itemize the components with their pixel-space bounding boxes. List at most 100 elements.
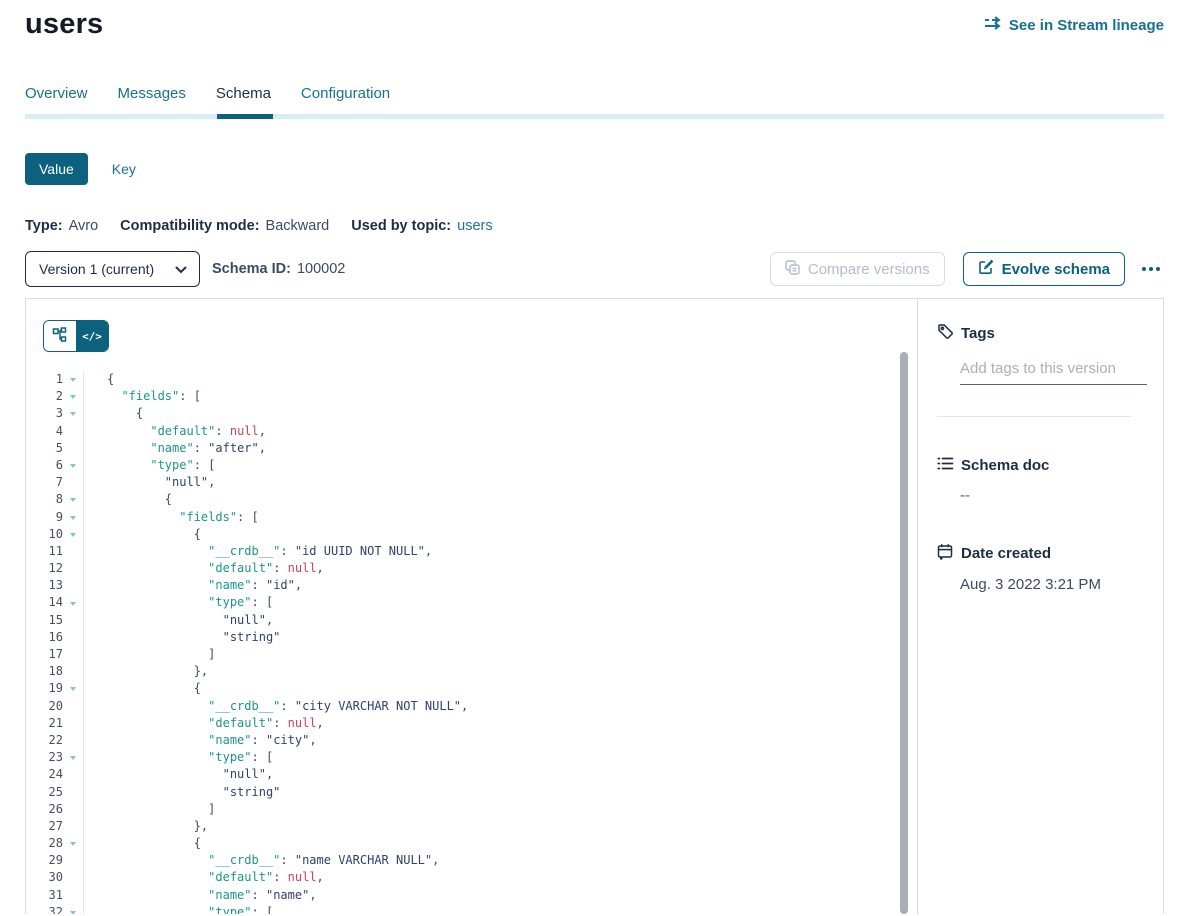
code-lines[interactable]: 1{2 "fields": [3 {4 "default": null,5 "n… [26, 371, 917, 914]
code-text: { [83, 491, 172, 508]
tab-messages[interactable]: Messages [118, 85, 186, 114]
page-title: users [25, 8, 103, 41]
code-line: 12 "default": null, [26, 560, 917, 577]
code-text: "type": [ [83, 749, 273, 766]
code-text: "name": "id", [83, 577, 302, 594]
date-created-value: Aug. 3 2022 3:21 PM [960, 576, 1147, 593]
line-number: 11 [26, 543, 63, 560]
arrow-spacer [63, 440, 83, 457]
code-view-button[interactable]: </> [76, 321, 108, 351]
collapse-arrow-icon[interactable] [63, 371, 83, 388]
schema-meta-row: Type: Avro Compatibility mode: Backward … [25, 218, 1164, 234]
topic-link[interactable]: users [457, 218, 492, 234]
used-by-topic-label: Used by topic: [351, 218, 451, 234]
tree-view-button[interactable] [44, 321, 76, 351]
arrow-spacer [63, 543, 83, 560]
line-number: 32 [26, 904, 63, 914]
collapse-arrow-icon[interactable] [63, 594, 83, 611]
line-number: 9 [26, 509, 63, 526]
schema-id-value: 100002 [297, 261, 345, 277]
arrow-spacer [63, 560, 83, 577]
arrow-spacer [63, 887, 83, 904]
collapse-arrow-icon[interactable] [63, 405, 83, 422]
code-text: "fields": [ [83, 388, 201, 405]
key-toggle-button[interactable]: Key [112, 161, 136, 177]
line-number: 13 [26, 577, 63, 594]
value-toggle-button[interactable]: Value [25, 153, 88, 185]
code-text: "__crdb__": "name VARCHAR NULL", [83, 852, 439, 869]
code-text: "type": [ [83, 594, 273, 611]
collapse-arrow-icon[interactable] [63, 457, 83, 474]
line-number: 3 [26, 405, 63, 422]
tab-bar: Overview Messages Schema Configuration [25, 85, 1164, 114]
code-line: 31 "name": "name", [26, 887, 917, 904]
code-line: 5 "name": "after", [26, 440, 917, 457]
arrow-spacer [63, 698, 83, 715]
line-number: 22 [26, 732, 63, 749]
code-line: 19 { [26, 680, 917, 697]
collapse-arrow-icon[interactable] [63, 835, 83, 852]
code-line: 16 "string" [26, 629, 917, 646]
code-line: 23 "type": [ [26, 749, 917, 766]
tab-schema[interactable]: Schema [216, 85, 271, 114]
code-line: 3 { [26, 405, 917, 422]
line-number: 27 [26, 818, 63, 835]
code-line: 2 "fields": [ [26, 388, 917, 405]
code-text: ] [83, 646, 215, 663]
compatibility-value: Backward [266, 218, 330, 234]
code-text: { [83, 526, 201, 543]
code-line: 21 "default": null, [26, 715, 917, 732]
code-text: "__crdb__": "city VARCHAR NOT NULL", [83, 698, 468, 715]
arrow-spacer [63, 784, 83, 801]
line-number: 28 [26, 835, 63, 852]
arrow-spacer [63, 869, 83, 886]
see-in-stream-lineage-link[interactable]: See in Stream lineage [984, 16, 1164, 34]
calendar-plus-icon [937, 543, 954, 564]
add-tags-input[interactable] [960, 358, 1147, 385]
line-number: 12 [26, 560, 63, 577]
arrow-spacer [63, 612, 83, 629]
line-number: 20 [26, 698, 63, 715]
version-select[interactable]: Version 1 (current) [25, 251, 200, 287]
line-number: 15 [26, 612, 63, 629]
collapse-arrow-icon[interactable] [63, 680, 83, 697]
tab-overview[interactable]: Overview [25, 85, 88, 114]
code-text: "default": null, [83, 560, 324, 577]
compare-versions-button[interactable]: Compare versions [770, 252, 945, 286]
page-header: users See in Stream lineage [25, 0, 1164, 41]
evolve-schema-button[interactable]: Evolve schema [963, 252, 1125, 286]
collapse-arrow-icon[interactable] [63, 491, 83, 508]
collapse-arrow-icon[interactable] [63, 509, 83, 526]
code-text: "string" [83, 629, 280, 646]
line-number: 8 [26, 491, 63, 508]
more-options-button[interactable] [1138, 261, 1164, 277]
collapse-arrow-icon[interactable] [63, 388, 83, 405]
schema-doc-section: Schema doc -- [937, 456, 1147, 504]
code-line: 7 "null", [26, 474, 917, 491]
code-view-toggle: </> [43, 320, 109, 352]
line-number: 17 [26, 646, 63, 663]
arrow-spacer [63, 732, 83, 749]
code-line: 25 "string" [26, 784, 917, 801]
collapse-arrow-icon[interactable] [63, 904, 83, 914]
arrow-spacer [63, 801, 83, 818]
code-text: { [83, 371, 114, 388]
code-line: 18 }, [26, 663, 917, 680]
code-line: 9 "fields": [ [26, 509, 917, 526]
collapse-arrow-icon[interactable] [63, 526, 83, 543]
code-text: "type": [ [83, 457, 215, 474]
tree-view-icon [52, 327, 68, 346]
line-number: 25 [26, 784, 63, 801]
edit-schema-icon [978, 259, 994, 279]
code-scrollbar-thumb[interactable] [900, 352, 908, 914]
code-text: { [83, 405, 143, 422]
arrow-spacer [63, 474, 83, 491]
line-number: 26 [26, 801, 63, 818]
schema-page: users See in Stream lineage Overview Mes… [0, 0, 1189, 914]
schema-controls-row: Version 1 (current) Schema ID: 100002 Co… [25, 251, 1164, 287]
collapse-arrow-icon[interactable] [63, 749, 83, 766]
stream-lineage-icon [984, 16, 1002, 34]
tab-configuration[interactable]: Configuration [301, 85, 390, 114]
line-number: 10 [26, 526, 63, 543]
tags-title: Tags [961, 325, 995, 342]
